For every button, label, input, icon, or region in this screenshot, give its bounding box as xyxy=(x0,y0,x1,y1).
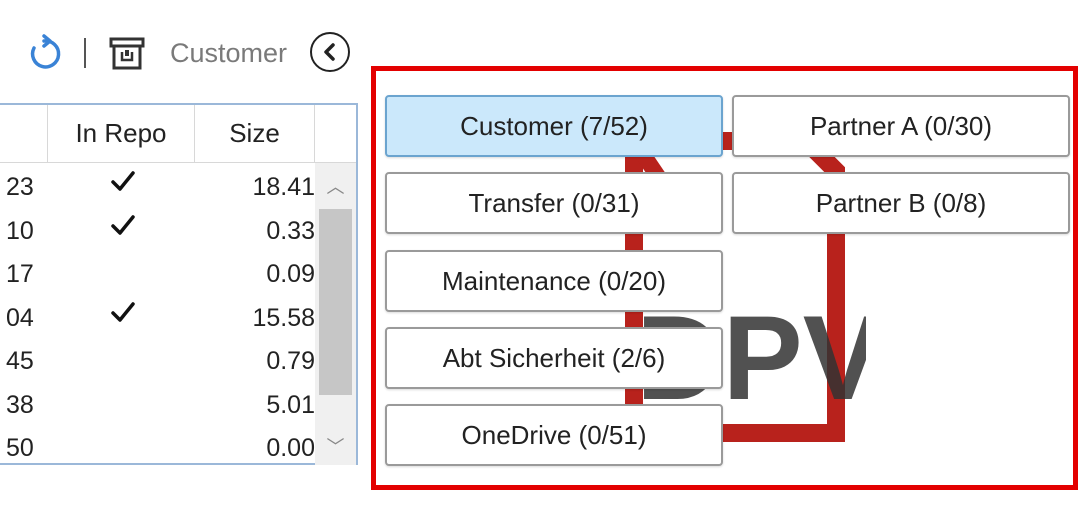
back-button[interactable] xyxy=(310,32,350,72)
table-row[interactable]: 04 15.58 xyxy=(0,298,315,342)
column-header-in-repo[interactable]: In Repo xyxy=(48,105,195,163)
column-header-size[interactable]: Size xyxy=(195,105,315,163)
table-row[interactable]: 10 0.33 xyxy=(0,211,315,255)
folder-button-maintenance[interactable]: Maintenance (0/20) xyxy=(385,250,723,312)
row-id: 04 xyxy=(6,303,34,332)
table-row[interactable]: 17 0.09 xyxy=(0,254,315,298)
row-size: 15.58 xyxy=(252,303,315,332)
row-size: 0.79 xyxy=(266,347,315,375)
table-row[interactable]: 38 5.01 xyxy=(0,385,315,429)
row-size: 5.01 xyxy=(266,390,315,419)
column-header-filler xyxy=(315,105,356,163)
table-header: In Repo Size xyxy=(0,105,356,163)
folder-panel: DPV Customer (7/52) Partner A (0/30) Tra… xyxy=(371,66,1078,490)
scroll-up-icon[interactable]: ︿ xyxy=(315,167,356,205)
checkmark-icon xyxy=(108,211,138,241)
row-size: 0.33 xyxy=(266,216,315,245)
toolbar: Customer xyxy=(0,26,370,82)
table-body: 23 18.41 10 0.33 17 0.09 04 15.58 45 0.79 38 5.01 50… xyxy=(0,167,315,472)
row-size: 0.00 xyxy=(266,434,315,462)
checkmark-icon xyxy=(108,167,138,197)
refresh-icon[interactable] xyxy=(24,34,64,74)
vertical-scrollbar[interactable]: ︿ ﹀ xyxy=(315,163,356,465)
toolbar-separator xyxy=(84,38,86,68)
table-row[interactable]: 23 18.41 xyxy=(0,167,315,211)
row-size: 0.09 xyxy=(266,260,315,288)
breadcrumb: Customer xyxy=(170,38,288,68)
row-id: 23 xyxy=(6,173,34,201)
table-row[interactable]: 50 0.00 xyxy=(0,428,315,472)
scroll-down-icon[interactable]: ﹀ xyxy=(315,427,356,465)
row-id: 17 xyxy=(6,260,34,288)
folder-button-partner-a[interactable]: Partner A (0/30) xyxy=(732,95,1070,157)
file-table: In Repo Size 23 18.41 10 0.33 17 0.09 04 15.58 4… xyxy=(0,103,358,465)
chevron-left-icon xyxy=(324,43,335,61)
scroll-thumb[interactable] xyxy=(319,209,352,395)
row-id: 45 xyxy=(6,347,34,375)
folder-button-abt-sicherheit[interactable]: Abt Sicherheit (2/6) xyxy=(385,327,723,389)
row-size: 18.41 xyxy=(252,173,315,201)
folder-button-transfer[interactable]: Transfer (0/31) xyxy=(385,172,723,234)
folder-button-customer[interactable]: Customer (7/52) xyxy=(385,95,723,157)
column-header-id[interactable] xyxy=(0,105,48,163)
checkmark-icon xyxy=(108,298,138,328)
folder-button-partner-b[interactable]: Partner B (0/8) xyxy=(732,172,1070,234)
row-id: 50 xyxy=(6,434,34,462)
table-row[interactable]: 45 0.79 xyxy=(0,341,315,385)
row-id: 38 xyxy=(6,390,34,419)
folder-button-onedrive[interactable]: OneDrive (0/51) xyxy=(385,404,723,466)
row-id: 10 xyxy=(6,216,34,245)
archive-icon[interactable] xyxy=(108,36,146,72)
